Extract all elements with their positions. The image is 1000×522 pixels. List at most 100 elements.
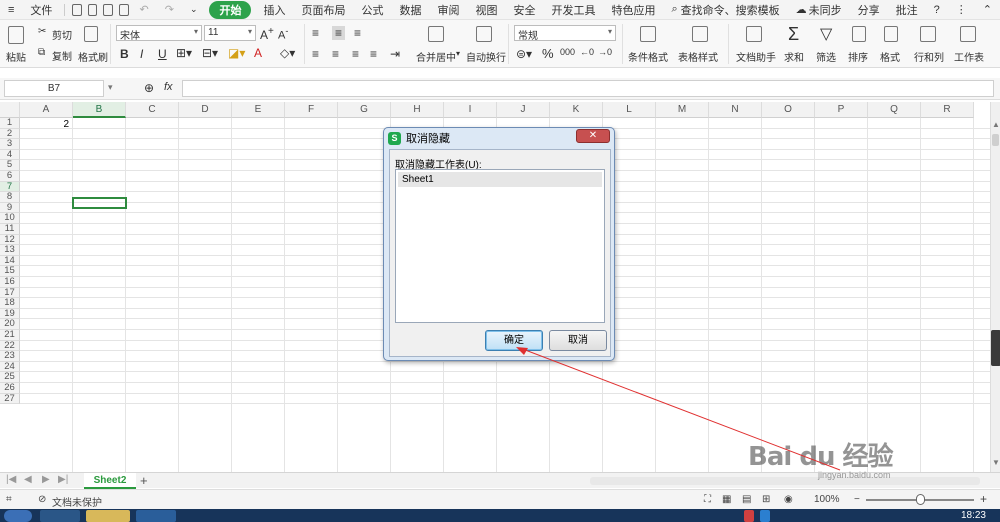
format-icon[interactable]	[884, 26, 898, 42]
row-header-11[interactable]: 11	[0, 224, 20, 235]
column-header-j[interactable]: J	[497, 102, 550, 118]
cancel-button[interactable]: 取消	[549, 330, 607, 351]
tray-icon-wps[interactable]	[744, 510, 754, 522]
row-header-27[interactable]: 27	[0, 393, 20, 405]
customize-chevron-icon[interactable]: ⌄	[182, 4, 206, 15]
cut-button[interactable]: 剪切	[52, 27, 72, 42]
undo-icon[interactable]: ↶	[132, 3, 157, 16]
sheet-tab-sheet2[interactable]: Sheet2	[84, 473, 136, 489]
prev-sheet-icon[interactable]: ◀	[24, 474, 32, 485]
column-header-f[interactable]: F	[285, 102, 338, 118]
align-right-icon[interactable]: ≡	[352, 47, 359, 61]
format-painter-icon[interactable]	[84, 26, 98, 42]
sync-status[interactable]: ☁ 未同步	[788, 2, 850, 18]
zoom-out-icon[interactable]: −	[854, 494, 860, 505]
tab-data[interactable]: 数据	[391, 2, 429, 18]
share-button[interactable]: 分享	[850, 2, 888, 18]
increase-decimal-icon[interactable]: ←0	[580, 47, 594, 57]
column-header-p[interactable]: P	[815, 102, 868, 118]
print-preview-icon[interactable]	[118, 3, 129, 16]
fullscreen-icon[interactable]: ⛶	[704, 494, 711, 505]
close-button[interactable]: ✕	[576, 129, 610, 143]
doc-assistant-icon[interactable]	[746, 26, 762, 42]
dialog-title-bar[interactable]: S 取消隐藏	[388, 130, 450, 146]
merge-center-icon[interactable]	[428, 26, 444, 42]
ok-button[interactable]: 确定	[485, 330, 543, 351]
font-name-select[interactable]: 宋体 ▾	[116, 25, 202, 42]
tray-icon-app[interactable]	[760, 510, 770, 522]
decrease-font-icon[interactable]: A-	[278, 26, 288, 42]
conditional-format-button[interactable]: 条件格式	[628, 49, 668, 64]
thousands-button[interactable]: 000	[560, 47, 575, 57]
column-header-k[interactable]: K	[550, 102, 603, 118]
side-panel-handle[interactable]	[991, 330, 1000, 366]
first-sheet-icon[interactable]: |◀	[6, 474, 16, 485]
wrap-text-button[interactable]: 自动换行	[466, 49, 506, 64]
underline-button[interactable]: U	[158, 47, 167, 61]
doc-assistant-button[interactable]: 文档助手	[736, 49, 776, 64]
hamburger-menu-icon[interactable]: ≡	[0, 4, 22, 16]
filter-button[interactable]: 筛选	[816, 49, 836, 64]
vertical-scrollbar[interactable]: ▲ ▼	[990, 102, 1000, 472]
decrease-decimal-icon[interactable]: →0	[598, 47, 612, 57]
row-header-1[interactable]: 1	[0, 118, 20, 129]
name-box[interactable]: B7	[4, 80, 104, 97]
currency-icon[interactable]: ⊜▾	[516, 47, 532, 61]
browser-taskbar-icon[interactable]	[40, 510, 80, 522]
protect-status[interactable]: 文档未保护	[52, 494, 102, 509]
row-header-21[interactable]: 21	[0, 330, 20, 341]
copy-icon[interactable]: ⧉	[38, 47, 45, 58]
row-header-6[interactable]: 6	[0, 171, 20, 182]
sort-icon[interactable]	[852, 26, 866, 42]
scroll-up-icon[interactable]: ▲	[992, 120, 1000, 129]
column-header-q[interactable]: Q	[868, 102, 921, 118]
wrap-text-icon[interactable]	[476, 26, 492, 42]
tab-insert[interactable]: 插入	[255, 2, 293, 18]
font-color-button[interactable]: A	[254, 46, 262, 60]
column-header-n[interactable]: N	[709, 102, 762, 118]
print-icon[interactable]	[103, 3, 113, 16]
more-icon[interactable]: ⋮	[948, 3, 975, 16]
tab-view[interactable]: 视图	[467, 2, 505, 18]
zoom-formula-icon[interactable]: ⊕	[144, 81, 154, 95]
table-style-button[interactable]: 表格样式	[678, 49, 718, 64]
sum-button[interactable]: 求和	[784, 49, 804, 64]
column-header-m[interactable]: M	[656, 102, 709, 118]
column-header-b[interactable]: B	[73, 102, 126, 118]
start-button-icon[interactable]	[4, 510, 32, 522]
percent-button[interactable]: %	[542, 46, 554, 61]
table-style-icon[interactable]	[692, 26, 708, 42]
column-header-e[interactable]: E	[232, 102, 285, 118]
justify-icon[interactable]: ≡	[370, 47, 377, 61]
last-sheet-icon[interactable]: ▶|	[58, 474, 68, 485]
paste-icon[interactable]	[8, 26, 24, 44]
merge-cells-icon[interactable]: ⊟▾	[202, 46, 218, 60]
macro-icon[interactable]: ⌗	[6, 494, 12, 505]
fx-label[interactable]: fx	[164, 81, 173, 93]
column-header-o[interactable]: O	[762, 102, 815, 118]
row-header-16[interactable]: 16	[0, 277, 20, 288]
scroll-thumb[interactable]	[992, 134, 999, 146]
align-left-icon[interactable]: ≡	[312, 47, 319, 61]
indent-icon[interactable]: ⇥	[390, 47, 400, 61]
page-break-view-icon[interactable]: ⊞	[762, 494, 770, 505]
sum-icon[interactable]: Σ	[788, 24, 799, 45]
column-header-g[interactable]: G	[338, 102, 391, 118]
chevron-down-icon[interactable]: ▾	[108, 82, 113, 93]
selected-cell-b7[interactable]	[72, 197, 127, 209]
export-icon[interactable]	[87, 3, 98, 16]
collapse-ribbon-icon[interactable]: ⌃	[975, 3, 1000, 16]
zoom-level[interactable]: 100%	[814, 494, 840, 505]
merge-center-button[interactable]: 合并居中	[416, 49, 456, 64]
normal-view-icon[interactable]: ▦	[722, 494, 731, 505]
save-icon[interactable]	[72, 3, 82, 16]
format-button[interactable]: 格式	[880, 49, 900, 64]
tab-special[interactable]: 特色应用	[603, 2, 663, 18]
format-painter-button[interactable]: 格式刷	[78, 49, 108, 64]
cut-icon[interactable]: ✂	[38, 26, 46, 37]
sheet-listbox[interactable]: Sheet1	[395, 169, 605, 323]
taskbar-clock[interactable]: 18:23	[961, 509, 986, 522]
file-menu[interactable]: 文件	[22, 2, 60, 18]
chevron-down-icon[interactable]: ▾	[456, 49, 460, 58]
align-bottom-icon[interactable]: ≡	[354, 26, 361, 40]
